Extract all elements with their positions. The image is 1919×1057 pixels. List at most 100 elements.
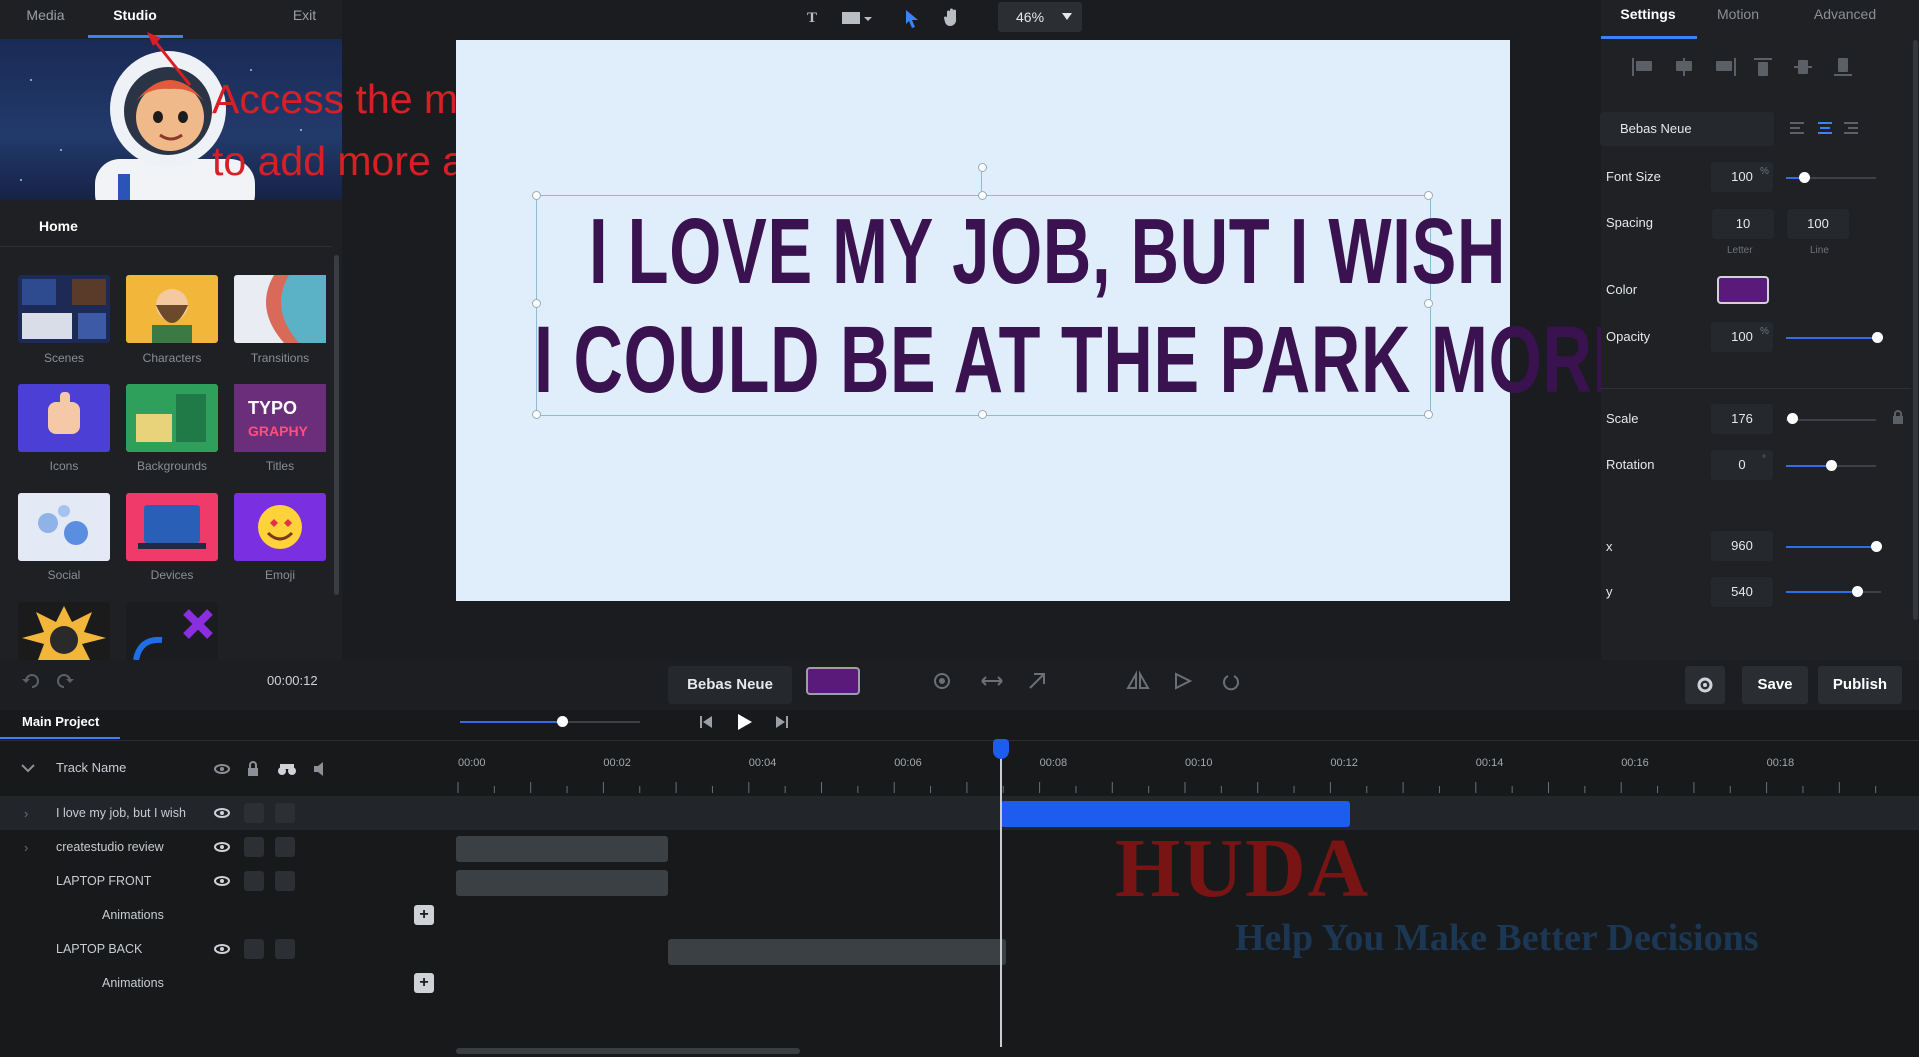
ruler-tick-label: 00:18 (1767, 757, 1795, 769)
clip-laptop-back[interactable] (668, 939, 1006, 965)
tab-main-project[interactable]: Main Project (22, 714, 99, 729)
category-transitions[interactable] (234, 275, 326, 343)
track-toggle[interactable] (275, 939, 295, 959)
scale-label: Scale (1606, 411, 1639, 426)
zoom-value: 46% (1016, 9, 1045, 25)
zoom-select[interactable]: 46% (998, 2, 1082, 32)
category-backgrounds[interactable] (126, 384, 218, 452)
category-label-scenes: Scenes (43, 351, 85, 365)
category-burst[interactable] (18, 602, 110, 660)
tab-exit[interactable]: Exit (282, 0, 327, 38)
rotate-handle[interactable] (978, 163, 987, 172)
track-row[interactable]: Animations + (0, 898, 440, 932)
track-toggle[interactable] (244, 871, 264, 891)
track-row[interactable]: › createstudio review (0, 830, 440, 864)
bottom-color-swatch[interactable] (806, 667, 860, 695)
eye-icon[interactable] (212, 839, 232, 855)
x-input[interactable]: 960 (1711, 531, 1773, 561)
scale-input[interactable]: 176 (1711, 404, 1773, 434)
canvas-text-line2[interactable]: I COULD BE AT THE PARK MORE (534, 306, 1639, 415)
clip-laptop-front[interactable] (456, 870, 668, 896)
track-row[interactable]: LAPTOP FRONT (0, 864, 440, 898)
opacity-knob[interactable] (1872, 332, 1883, 343)
eye-icon[interactable] (212, 941, 232, 957)
hand-tool-icon[interactable] (940, 6, 964, 30)
scale-knob[interactable] (1787, 413, 1798, 424)
devices-icon (138, 505, 206, 549)
tab-main-project-underline (0, 737, 120, 739)
lock-icon (248, 768, 258, 776)
timeline-scrollbar[interactable] (456, 1048, 800, 1054)
add-animation-button[interactable]: + (414, 905, 434, 925)
ruler-tick-label: 00:04 (749, 757, 777, 769)
track-toggle[interactable] (244, 837, 264, 857)
tab-media[interactable]: Media (18, 0, 73, 38)
clip-createstudio-review[interactable] (456, 836, 668, 862)
chevron-right-icon[interactable]: › (24, 840, 28, 855)
track-toggle[interactable] (275, 837, 295, 857)
eye-icon[interactable] (212, 873, 232, 889)
category-icons[interactable] (18, 384, 110, 452)
left-scrollbar[interactable] (334, 255, 339, 595)
playhead-handle[interactable] (993, 739, 1010, 759)
x-knob[interactable] (1871, 541, 1882, 552)
settings-button[interactable] (1685, 666, 1725, 704)
line-spacing-input[interactable]: 100 (1787, 209, 1849, 239)
font-size-label: Font Size (1606, 169, 1661, 184)
scale-value: 176 (1731, 411, 1753, 426)
category-shapes[interactable] (126, 602, 218, 661)
track-toggle[interactable] (244, 939, 264, 959)
tab-motion[interactable]: Motion (1705, 6, 1771, 22)
publish-button[interactable]: Publish (1818, 666, 1902, 704)
eye-icon[interactable] (212, 805, 232, 821)
chevron-right-icon[interactable]: › (24, 806, 28, 821)
category-devices[interactable] (126, 493, 218, 561)
lock-icon[interactable] (1892, 410, 1904, 424)
font-size-knob[interactable] (1799, 172, 1810, 183)
scale-slider[interactable] (1786, 419, 1876, 421)
rotation-knob[interactable] (1826, 460, 1837, 471)
track-toggle[interactable] (275, 871, 295, 891)
tab-settings[interactable]: Settings (1613, 6, 1683, 22)
letter-spacing-input[interactable]: 10 (1712, 209, 1774, 239)
track-row[interactable]: Animations + (0, 966, 440, 1000)
color-swatch[interactable] (1717, 276, 1769, 304)
track-name: Animations (102, 908, 164, 922)
tab-advanced[interactable]: Advanced (1800, 6, 1890, 22)
shape-tool-icon[interactable] (838, 6, 874, 30)
track-name: LAPTOP BACK (56, 942, 143, 956)
collapse-all-icon[interactable] (20, 762, 36, 774)
category-titles[interactable]: TYPO GRAPHY (234, 384, 326, 452)
track-toggle[interactable] (275, 803, 295, 823)
select-tool-icon[interactable] (900, 6, 924, 30)
category-social[interactable] (18, 493, 110, 561)
save-button[interactable]: Save (1742, 666, 1808, 704)
font-family-select[interactable]: Bebas Neue (1600, 112, 1774, 146)
y-input[interactable]: 540 (1711, 577, 1773, 607)
track-toggle[interactable] (244, 803, 264, 823)
category-label-devices: Devices (150, 568, 194, 582)
rotation-slider-fill (1786, 465, 1831, 467)
track-row[interactable]: LAPTOP BACK (0, 932, 440, 966)
category-emoji[interactable] (234, 493, 326, 561)
expand-icon (1029, 673, 1045, 689)
resize-handle[interactable] (532, 191, 541, 200)
emoji-icon (258, 505, 302, 549)
track-row[interactable]: › I love my job, but I wish (0, 796, 440, 830)
playback-speed-knob[interactable] (557, 716, 568, 727)
bottom-font-select[interactable]: Bebas Neue (668, 666, 792, 704)
track-name-header: Track Name (56, 760, 127, 775)
text-tool-icon[interactable]: T (800, 6, 824, 30)
add-animation-button[interactable]: + (414, 973, 434, 993)
y-knob[interactable] (1852, 586, 1863, 597)
ruler-tick-label: 00:00 (458, 757, 486, 769)
time-ruler[interactable]: 00:00 00:02 00:04 00:06 00:08 00:10 00:12 00:14… (456, 755, 1916, 795)
scenes-icon (22, 279, 106, 339)
category-characters[interactable] (126, 275, 218, 343)
track-name: createstudio review (56, 840, 164, 854)
category-scenes[interactable] (18, 275, 110, 343)
right-scrollbar[interactable] (1913, 40, 1918, 620)
speaker-icon (314, 762, 323, 776)
play-icon (738, 714, 752, 730)
canvas-text-line1[interactable]: I LOVE MY JOB, BUT I WISH (589, 198, 1506, 305)
